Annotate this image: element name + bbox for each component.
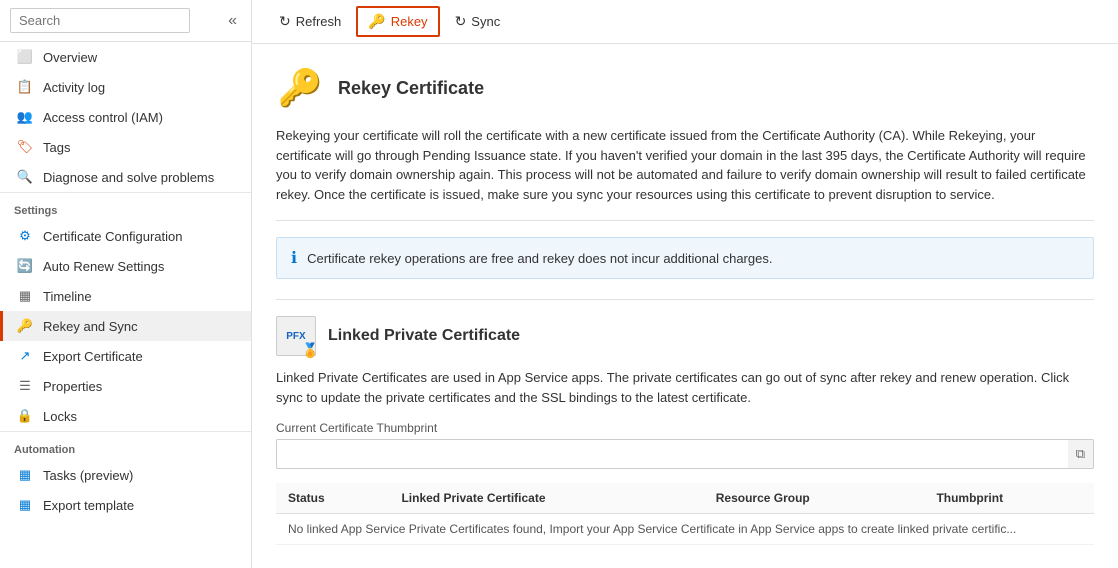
copy-button[interactable]: ⧉ <box>1068 440 1093 468</box>
rekey-section-title: Rekey Certificate <box>338 78 484 99</box>
thumbprint-input[interactable] <box>277 441 1068 468</box>
sidebar-item-label: Locks <box>43 409 77 424</box>
sync-label: Sync <box>471 14 500 29</box>
sidebar-item-label: Properties <box>43 379 102 394</box>
sidebar-item-label: Access control (IAM) <box>43 110 163 125</box>
sidebar-item-label: Export template <box>43 498 134 513</box>
sidebar-item-label: Certificate Configuration <box>43 229 182 244</box>
settings-section-label: Settings <box>0 192 251 221</box>
overview-icon: ⬜ <box>17 49 33 65</box>
col-status: Status <box>276 483 389 514</box>
sidebar-item-label: Auto Renew Settings <box>43 259 164 274</box>
sidebar-item-iam[interactable]: 👥 Access control (IAM) <box>0 102 251 132</box>
timeline-icon: ▦ <box>17 288 33 304</box>
sidebar-item-tasks[interactable]: ▦ Tasks (preview) <box>0 460 251 490</box>
search-input[interactable] <box>10 8 190 33</box>
activity-log-icon: 📋 <box>17 79 33 95</box>
refresh-icon: ↻ <box>279 13 291 30</box>
sidebar: « ⬜ Overview 📋 Activity log 👥 Access con… <box>0 0 252 568</box>
sidebar-item-cert-config[interactable]: ⚙ Certificate Configuration <box>0 221 251 251</box>
locks-icon: 🔒 <box>17 408 33 424</box>
rekey-label: Rekey <box>391 14 428 29</box>
sidebar-item-label: Export Certificate <box>43 349 143 364</box>
sidebar-item-label: Timeline <box>43 289 92 304</box>
sidebar-item-activity-log[interactable]: 📋 Activity log <box>0 72 251 102</box>
properties-icon: ☰ <box>17 378 33 394</box>
toolbar: ↻ Refresh 🔑 Rekey ↻ Sync <box>252 0 1118 44</box>
col-linked-cert: Linked Private Certificate <box>389 483 703 514</box>
refresh-label: Refresh <box>296 14 342 29</box>
info-message: Certificate rekey operations are free an… <box>307 251 772 266</box>
export-cert-icon: ↗ <box>17 348 33 364</box>
sidebar-item-overview[interactable]: ⬜ Overview <box>0 42 251 72</box>
sidebar-item-diagnose[interactable]: 🔍 Diagnose and solve problems <box>0 162 251 192</box>
tags-icon: 🏷 <box>17 139 33 155</box>
rekey-icon: 🔑 <box>17 318 33 334</box>
col-thumbprint: Thumbprint <box>924 483 1094 514</box>
empty-message: No linked App Service Private Certificat… <box>276 514 1094 545</box>
tasks-icon: ▦ <box>17 467 33 483</box>
cert-badge-icon: 🏅 <box>302 342 319 359</box>
sidebar-item-label: Tags <box>43 140 70 155</box>
rekey-button[interactable]: 🔑 Rekey <box>356 6 439 37</box>
iam-icon: 👥 <box>17 109 33 125</box>
info-icon: ℹ <box>291 248 297 268</box>
linked-section-title: Linked Private Certificate <box>328 327 520 345</box>
linked-cert-table: Status Linked Private Certificate Resour… <box>276 483 1094 545</box>
cert-config-icon: ⚙ <box>17 228 33 244</box>
table-empty-row: No linked App Service Private Certificat… <box>276 514 1094 545</box>
rekey-section-icon: 🔑 <box>276 64 324 112</box>
thumbprint-label: Current Certificate Thumbprint <box>276 421 1094 435</box>
thumbprint-field-row: ⧉ <box>276 439 1094 469</box>
divider-2 <box>276 299 1094 300</box>
rekey-btn-icon: 🔑 <box>368 13 385 30</box>
linked-section-header: PFX 🏅 Linked Private Certificate <box>276 316 1094 356</box>
diagnose-icon: 🔍 <box>17 169 33 185</box>
info-banner: ℹ Certificate rekey operations are free … <box>276 237 1094 279</box>
copy-icon: ⧉ <box>1076 446 1085 461</box>
col-resource-group: Resource Group <box>704 483 925 514</box>
linked-section-description: Linked Private Certificates are used in … <box>276 368 1094 407</box>
export-template-icon: ▦ <box>17 497 33 513</box>
sidebar-item-label: Rekey and Sync <box>43 319 138 334</box>
sync-icon: ↻ <box>455 13 467 30</box>
main-content: ↻ Refresh 🔑 Rekey ↻ Sync 🔑 Rekey Certifi… <box>252 0 1118 568</box>
sidebar-item-label: Tasks (preview) <box>43 468 133 483</box>
automation-section-label: Automation <box>0 431 251 460</box>
rekey-section-description: Rekeying your certificate will roll the … <box>276 126 1094 204</box>
sidebar-item-label: Overview <box>43 50 97 65</box>
refresh-button[interactable]: ↻ Refresh <box>268 7 352 36</box>
divider-1 <box>276 220 1094 221</box>
sync-button[interactable]: ↻ Sync <box>444 7 512 36</box>
pfx-icon: PFX 🏅 <box>276 316 316 356</box>
collapse-button[interactable]: « <box>224 10 241 32</box>
sidebar-item-export-cert[interactable]: ↗ Export Certificate <box>0 341 251 371</box>
pfx-text: PFX <box>286 331 305 342</box>
sidebar-item-auto-renew[interactable]: 🔄 Auto Renew Settings <box>0 251 251 281</box>
content-area: 🔑 Rekey Certificate Rekeying your certif… <box>252 44 1118 568</box>
rekey-section-header: 🔑 Rekey Certificate <box>276 64 1094 112</box>
sidebar-item-properties[interactable]: ☰ Properties <box>0 371 251 401</box>
search-container: « <box>0 0 251 42</box>
sidebar-item-timeline[interactable]: ▦ Timeline <box>0 281 251 311</box>
sidebar-item-locks[interactable]: 🔒 Locks <box>0 401 251 431</box>
sidebar-item-export-template[interactable]: ▦ Export template <box>0 490 251 520</box>
sidebar-item-tags[interactable]: 🏷 Tags <box>0 132 251 162</box>
sidebar-item-label: Diagnose and solve problems <box>43 170 214 185</box>
sidebar-item-rekey-sync[interactable]: 🔑 Rekey and Sync <box>0 311 251 341</box>
sidebar-item-label: Activity log <box>43 80 105 95</box>
auto-renew-icon: 🔄 <box>17 258 33 274</box>
